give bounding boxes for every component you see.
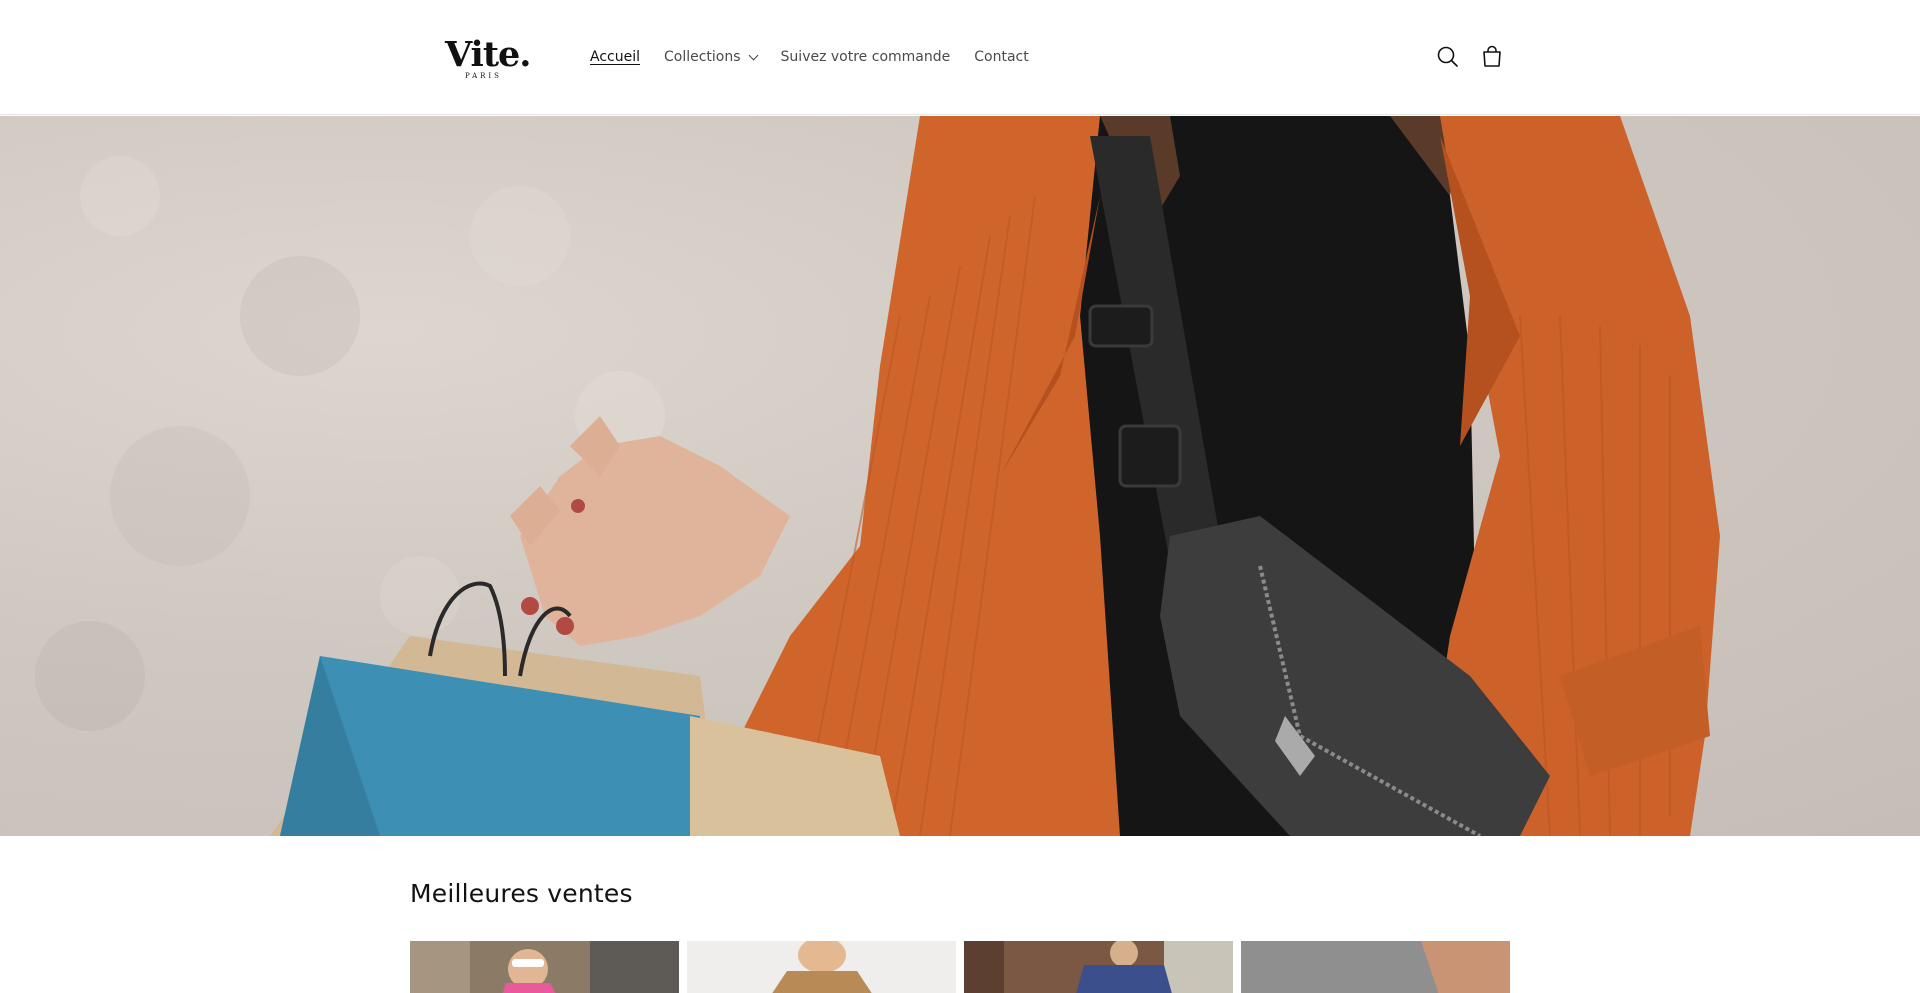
product-image — [1241, 941, 1510, 993]
product-image — [410, 941, 679, 993]
brand-logo[interactable]: Vite. PARIS — [445, 34, 535, 80]
main-nav: Accueil Collections Suivez votre command… — [590, 46, 1053, 68]
cart-icon — [1483, 45, 1501, 67]
nav-item-contact[interactable]: Contact — [974, 49, 1028, 65]
product-grid — [410, 941, 1510, 993]
hero-image — [35, 116, 1720, 836]
search-button[interactable] — [1435, 44, 1461, 70]
product-card[interactable] — [1241, 941, 1510, 993]
site-header: Vite. PARIS Accueil Collections Suivez v… — [0, 0, 1920, 115]
chevron-down-icon — [748, 50, 758, 61]
nav-item-suivez-commande[interactable]: Suivez votre commande — [781, 49, 951, 65]
section-title-bestsellers: Meilleures ventes — [410, 879, 633, 908]
search-icon — [1437, 46, 1458, 67]
cart-button[interactable] — [1479, 44, 1505, 70]
header-inner: Vite. PARIS Accueil Collections Suivez v… — [410, 0, 1510, 115]
hero-banner[interactable] — [0, 116, 1920, 836]
product-image — [687, 941, 956, 993]
nav-item-collections-label: Collections — [664, 49, 741, 65]
product-image — [964, 941, 1233, 993]
nav-item-accueil[interactable]: Accueil — [590, 49, 640, 65]
product-card[interactable] — [410, 941, 679, 993]
product-card[interactable] — [964, 941, 1233, 993]
product-card[interactable] — [687, 941, 956, 993]
nav-item-collections[interactable]: Collections — [664, 49, 758, 65]
logo-wordmark: Vite. — [445, 34, 531, 75]
